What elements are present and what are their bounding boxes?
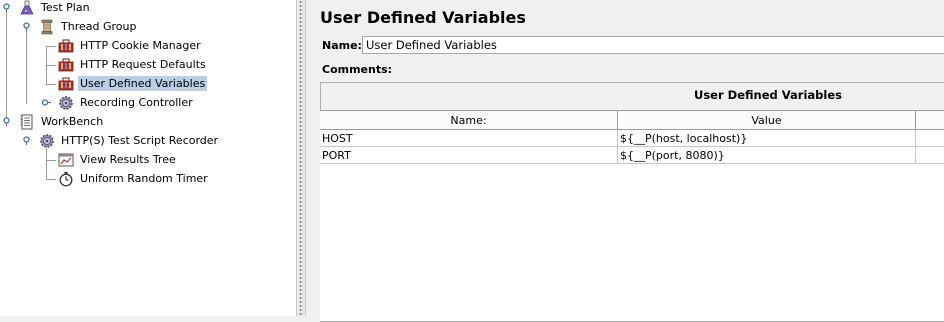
- tree-line: [46, 84, 56, 85]
- collapse-handle-icon[interactable]: [22, 22, 31, 31]
- toolbox-icon: [58, 58, 74, 71]
- tree-node-http-cookie-manager[interactable]: HTTP Cookie Manager: [58, 36, 203, 55]
- table-cell-name[interactable]: HOST: [320, 130, 618, 147]
- tree-node-recording-controller[interactable]: Recording Controller: [58, 93, 195, 112]
- name-input[interactable]: [362, 36, 944, 54]
- toolbox-icon: [58, 77, 74, 90]
- tree-node-https-test-script-recorder[interactable]: HTTP(S) Test Script Recorder: [39, 131, 220, 150]
- tree-node-label: HTTP Request Defaults: [80, 58, 206, 71]
- variables-table[interactable]: Name: Value HOST ${__P(host, localhost)}…: [320, 110, 944, 321]
- element-config-panel: User Defined Variables Name: Comments: U…: [306, 0, 944, 322]
- notepad-icon: [20, 114, 33, 129]
- column-header-description[interactable]: [916, 111, 944, 130]
- collapse-handle-icon[interactable]: [2, 3, 11, 12]
- tree-node-label: Test Plan: [41, 1, 90, 14]
- tree-node-label: User Defined Variables: [78, 76, 208, 91]
- tree-node-view-results-tree[interactable]: View Results Tree: [58, 150, 178, 169]
- table-cell-name[interactable]: PORT: [320, 147, 618, 164]
- tree-node-uniform-random-timer[interactable]: Uniform Random Timer: [58, 169, 210, 188]
- collapse-handle-icon[interactable]: [22, 136, 31, 145]
- split-pane-divider[interactable]: [296, 0, 306, 316]
- tree-node-user-defined-variables[interactable]: User Defined Variables: [58, 74, 208, 93]
- column-header-name[interactable]: Name:: [320, 111, 618, 130]
- expand-handle-icon[interactable]: [42, 98, 51, 107]
- tree-line: [46, 148, 47, 180]
- flask-icon: [20, 0, 34, 14]
- tree-line: [46, 65, 56, 66]
- tree-line: [46, 46, 56, 47]
- tree-node-label: WorkBench: [41, 115, 104, 128]
- tree-node-label: Recording Controller: [80, 96, 193, 109]
- comments-label: Comments:: [322, 63, 393, 76]
- stopwatch-icon: [59, 171, 73, 186]
- graph-window-icon: [58, 153, 74, 166]
- tree-node-http-request-defaults[interactable]: HTTP Request Defaults: [58, 55, 208, 74]
- tree-line: [46, 160, 56, 161]
- table-cell-value[interactable]: ${__P(port, 8080)}: [618, 147, 916, 164]
- tree-node-thread-group[interactable]: Thread Group: [39, 17, 138, 36]
- tree-line: [46, 179, 56, 180]
- tree-node-label: Uniform Random Timer: [80, 172, 208, 185]
- table-cell-description[interactable]: [916, 147, 944, 164]
- toolbox-icon: [58, 39, 74, 52]
- tree-node-label: View Results Tree: [80, 153, 176, 166]
- tree-node-label: HTTP(S) Test Script Recorder: [61, 134, 219, 147]
- collapse-handle-icon[interactable]: [2, 117, 11, 126]
- tree-node-test-plan[interactable]: Test Plan: [19, 0, 92, 17]
- tree-line: [26, 30, 27, 104]
- gear-icon: [59, 95, 73, 110]
- table-cell-description[interactable]: [916, 130, 944, 147]
- tree-node-label: HTTP Cookie Manager: [80, 39, 201, 52]
- panel-title: User Defined Variables: [320, 8, 526, 27]
- table-cell-value[interactable]: ${__P(host, localhost)}: [618, 130, 916, 147]
- spool-icon: [41, 19, 53, 34]
- tree-line: [6, 11, 7, 123]
- divider-grip-icon: [299, 0, 303, 316]
- gear-icon: [40, 133, 54, 148]
- tree-node-label: Thread Group: [61, 20, 137, 33]
- test-plan-tree[interactable]: Test Plan Thread Group HTTP Cookie Manag…: [0, 0, 296, 316]
- column-header-value[interactable]: Value: [618, 111, 916, 130]
- tree-node-workbench[interactable]: WorkBench: [19, 112, 105, 131]
- name-label: Name:: [322, 39, 362, 52]
- variables-table-title: User Defined Variables: [694, 88, 842, 102]
